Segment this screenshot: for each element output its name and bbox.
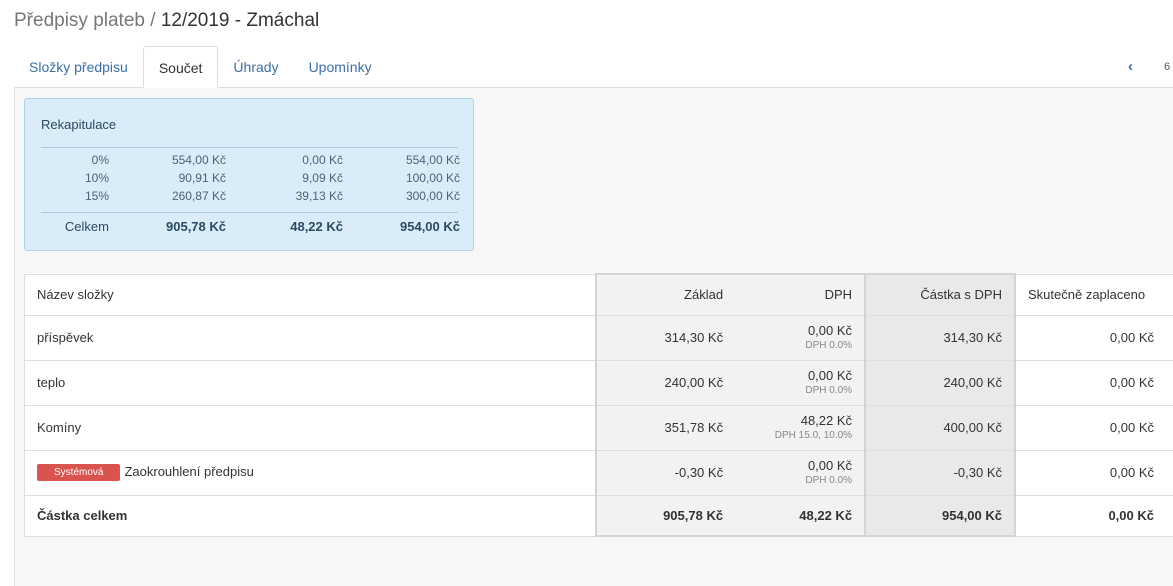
tab-soucet[interactable]: Součet bbox=[142, 46, 219, 88]
chevron-left-icon[interactable]: ‹ bbox=[1128, 58, 1133, 75]
tab-upominky[interactable]: Upomínky bbox=[294, 46, 387, 88]
total-zaklad: 905,78 Kč bbox=[595, 494, 736, 537]
recap-total-castka: 954,00 Kč bbox=[400, 219, 460, 234]
tab-bar: Složky předpisu Součet Úhrady Upomínky bbox=[14, 46, 387, 88]
table-row: Systémová Zaokrouhlení předpisu -0,30 Kč … bbox=[24, 450, 1173, 496]
recap-dph: 9,09 Kč bbox=[302, 171, 343, 185]
page-title: Předpisy plateb / 12/2019 - Zmáchal bbox=[14, 10, 319, 32]
page-title-prefix: Předpisy plateb / bbox=[14, 10, 161, 31]
row-dph-value: 0,00 Kč bbox=[807, 458, 853, 473]
recap-rate: 15% bbox=[84, 189, 109, 203]
table-row: Komíny 351,78 Kč 48,22 Kč DPH 15.0, 10.0%… bbox=[24, 405, 1173, 451]
row-dph-rate: DPH 0.0% bbox=[805, 340, 853, 351]
system-badge: Systémová bbox=[37, 464, 121, 481]
header-dph: DPH bbox=[735, 273, 866, 316]
recap-castka: 100,00 Kč bbox=[405, 171, 460, 185]
row-zaplaceno: 0,00 Kč bbox=[1015, 450, 1173, 496]
page-title-main: 12/2019 - Zmáchal bbox=[160, 10, 320, 31]
row-dph-value: 48,22 Kč bbox=[800, 413, 853, 428]
pager-number: 6 bbox=[1164, 61, 1171, 73]
recap-castka: 300,00 Kč bbox=[405, 189, 460, 203]
row-zaplaceno: 0,00 Kč bbox=[1015, 315, 1173, 361]
total-label: Částka celkem bbox=[24, 494, 597, 537]
recap-total-label: Celkem bbox=[64, 219, 109, 234]
table-total-row: Částka celkem 905,78 Kč 48,22 Kč 954,00 … bbox=[24, 494, 1173, 537]
row-zaplaceno: 0,00 Kč bbox=[1015, 405, 1173, 451]
recap-total-dph: 48,22 Kč bbox=[290, 219, 343, 234]
recap-dph: 39,13 Kč bbox=[295, 189, 343, 203]
row-dph-value: 0,00 Kč bbox=[807, 323, 853, 338]
row-name: Systémová Zaokrouhlení předpisu bbox=[24, 450, 597, 496]
table-row: teplo 240,00 Kč 0,00 Kč DPH 0.0% 240,00 K… bbox=[24, 360, 1173, 406]
row-dph: 0,00 Kč DPH 0.0% bbox=[735, 315, 866, 361]
row-dph: 48,22 Kč DPH 15.0, 10.0% bbox=[735, 405, 866, 451]
recap-panel: Rekapitulace 0% 554,00 Kč 0,00 Kč 554,00… bbox=[24, 98, 474, 251]
recap-total-row: Celkem 905,78 Kč 48,22 Kč 954,00 Kč bbox=[25, 219, 475, 237]
table-row: příspěvek 314,30 Kč 0,00 Kč DPH 0.0% 314,… bbox=[24, 315, 1173, 361]
recap-dph: 0,00 Kč bbox=[302, 153, 343, 167]
row-name: příspěvek bbox=[24, 315, 597, 361]
header-name: Název složky bbox=[24, 273, 597, 316]
components-table: Název složky Základ DPH Částka s DPH Sku… bbox=[24, 273, 1173, 537]
row-castka: 400,00 Kč bbox=[864, 405, 1016, 451]
row-zaklad: -0,30 Kč bbox=[595, 450, 736, 496]
row-name-label: Zaokrouhlení předpisu bbox=[124, 464, 254, 479]
total-dph: 48,22 Kč bbox=[735, 494, 866, 537]
recap-rate: 10% bbox=[84, 171, 109, 185]
recap-total-zaklad: 905,78 Kč bbox=[166, 219, 226, 234]
recap-rate: 0% bbox=[91, 153, 109, 167]
row-dph-rate: DPH 15.0, 10.0% bbox=[774, 430, 853, 441]
row-dph-rate: DPH 0.0% bbox=[805, 385, 853, 396]
row-dph-rate: DPH 0.0% bbox=[805, 475, 853, 486]
recap-zaklad: 554,00 Kč bbox=[171, 153, 226, 167]
row-castka: 314,30 Kč bbox=[864, 315, 1016, 361]
row-name: Komíny bbox=[24, 405, 597, 451]
row-dph-value: 0,00 Kč bbox=[807, 368, 853, 383]
recap-row: 0% 554,00 Kč 0,00 Kč 554,00 Kč bbox=[25, 153, 475, 171]
recap-divider bbox=[41, 147, 458, 148]
row-dph: 0,00 Kč DPH 0.0% bbox=[735, 360, 866, 406]
header-zaklad: Základ bbox=[595, 273, 736, 316]
tab-slozky-predpisu[interactable]: Složky předpisu bbox=[14, 46, 143, 88]
total-zaplaceno: 0,00 Kč bbox=[1015, 494, 1173, 537]
recap-row: 15% 260,87 Kč 39,13 Kč 300,00 Kč bbox=[25, 189, 475, 207]
row-castka: 240,00 Kč bbox=[864, 360, 1016, 406]
header-castka: Částka s DPH bbox=[864, 273, 1016, 316]
recap-castka: 554,00 Kč bbox=[405, 153, 460, 167]
row-castka: -0,30 Kč bbox=[864, 450, 1016, 496]
row-zaklad: 351,78 Kč bbox=[595, 405, 736, 451]
table-header-row: Název složky Základ DPH Částka s DPH Sku… bbox=[24, 273, 1173, 316]
row-zaplaceno: 0,00 Kč bbox=[1015, 360, 1173, 406]
recap-title: Rekapitulace bbox=[41, 117, 117, 132]
header-zaplaceno: Skutečně zaplaceno bbox=[1015, 273, 1173, 316]
recap-divider bbox=[41, 212, 458, 213]
total-castka: 954,00 Kč bbox=[864, 494, 1016, 537]
recap-zaklad: 90,91 Kč bbox=[178, 171, 226, 185]
recap-zaklad: 260,87 Kč bbox=[171, 189, 226, 203]
row-dph: 0,00 Kč DPH 0.0% bbox=[735, 450, 866, 496]
recap-row: 10% 90,91 Kč 9,09 Kč 100,00 Kč bbox=[25, 171, 475, 189]
tab-uhrady[interactable]: Úhrady bbox=[218, 46, 293, 88]
row-name: teplo bbox=[24, 360, 597, 406]
row-zaklad: 314,30 Kč bbox=[595, 315, 736, 361]
row-zaklad: 240,00 Kč bbox=[595, 360, 736, 406]
